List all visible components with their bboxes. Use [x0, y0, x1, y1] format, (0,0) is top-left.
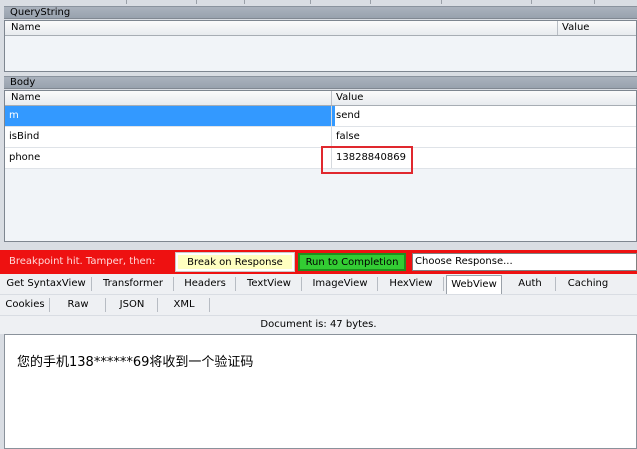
top-tab-strip — [0, 0, 637, 4]
tab-label: Cookies — [5, 299, 45, 310]
param-name[interactable]: isBind — [5, 127, 335, 147]
tab-imageview[interactable]: ImageView — [302, 274, 378, 294]
querystring-header: QueryString — [4, 6, 637, 19]
tab-label: Get SyntaxView — [6, 278, 86, 289]
body-column-headers: Name Value — [5, 91, 636, 106]
tab-label: Transformer — [102, 278, 163, 289]
tab-label: WebView — [451, 279, 497, 290]
querystring-grid[interactable]: Name Value — [4, 20, 637, 72]
param-value[interactable]: false — [332, 127, 637, 147]
tab-label: Caching — [567, 278, 609, 289]
phone-value-highlight-box — [321, 146, 413, 174]
table-row[interactable]: isBind false — [5, 127, 636, 148]
param-name[interactable]: phone — [5, 148, 335, 168]
response-tabs-row-1: Get SyntaxView Transformer Headers TextV… — [0, 274, 637, 294]
webview-message: 您的手机138******69将收到一个验证码 — [17, 355, 254, 370]
tab-label: XML — [173, 299, 195, 310]
tab-label: TextView — [247, 278, 291, 289]
tab-label: Auth — [518, 278, 542, 289]
tab-label: HexView — [389, 278, 433, 289]
webview-panel[interactable]: 您的手机138******69将收到一个验证码 — [4, 334, 637, 449]
breakpoint-message: Breakpoint hit. Tamper, then: — [9, 256, 156, 267]
document-size-info: Document is: 47 bytes. — [0, 316, 637, 334]
breakpoint-bar: Breakpoint hit. Tamper, then: Break on R… — [0, 250, 637, 274]
param-name[interactable]: m — [5, 106, 335, 126]
tab-cookies[interactable]: Cookies — [0, 295, 50, 315]
choose-response-dropdown[interactable]: Choose Response... — [412, 253, 637, 271]
run-to-completion-button[interactable]: Run to Completion — [298, 253, 406, 271]
tab-raw[interactable]: Raw — [50, 295, 106, 315]
break-on-response-button[interactable]: Break on Response — [175, 252, 295, 272]
tab-caching[interactable]: Caching — [556, 274, 620, 294]
tab-label: Raw — [67, 299, 89, 310]
tab-headers[interactable]: Headers — [174, 274, 236, 294]
tab-transformer[interactable]: Transformer — [92, 274, 174, 294]
body-name-column[interactable]: Name — [7, 91, 41, 105]
tab-textview[interactable]: TextView — [236, 274, 302, 294]
tab-label: ImageView — [312, 278, 368, 289]
tab-label: JSON — [119, 299, 145, 310]
querystring-name-column[interactable]: Name — [7, 21, 41, 35]
body-header: Body — [4, 76, 637, 89]
tab-xml[interactable]: XML — [158, 295, 210, 315]
tab-webview[interactable]: WebView — [446, 275, 502, 294]
tab-auth[interactable]: Auth — [504, 274, 556, 294]
querystring-value-column[interactable]: Value — [558, 21, 589, 35]
table-row[interactable]: m send — [5, 106, 636, 127]
param-value[interactable]: send — [332, 106, 637, 126]
body-value-column[interactable]: Value — [332, 91, 363, 105]
tab-syntaxview[interactable]: Get SyntaxView — [0, 274, 92, 294]
tab-hexview[interactable]: HexView — [378, 274, 444, 294]
tab-label: Headers — [184, 278, 226, 289]
tab-json[interactable]: JSON — [106, 295, 158, 315]
response-tabs-row-2: Cookies Raw JSON XML — [0, 295, 637, 315]
querystring-column-headers: Name Value — [5, 21, 636, 36]
